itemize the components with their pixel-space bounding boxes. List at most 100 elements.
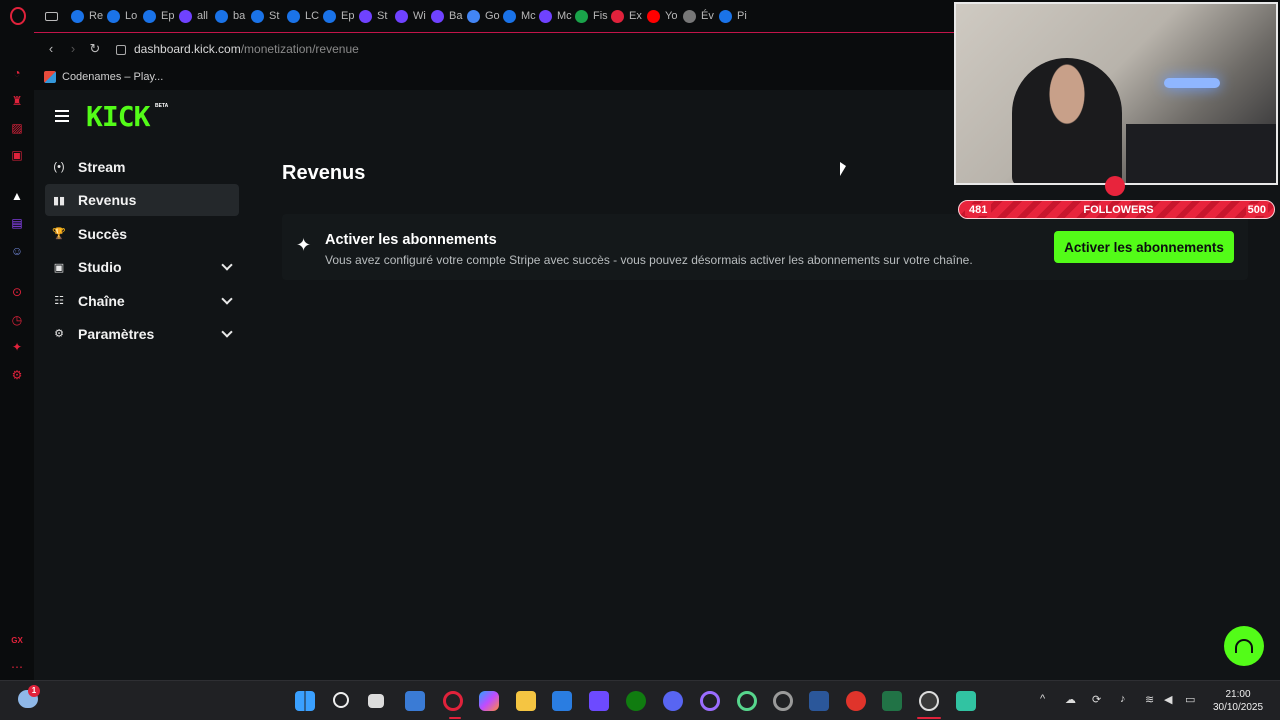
obs-icon[interactable] bbox=[919, 691, 939, 711]
tab-favicon-icon bbox=[215, 9, 228, 23]
chevron-down-icon[interactable] bbox=[221, 292, 233, 305]
opera-green-icon[interactable] bbox=[737, 691, 757, 711]
xbox-icon[interactable] bbox=[626, 691, 646, 711]
word-icon[interactable] bbox=[809, 691, 829, 711]
browser-tab[interactable]: Lo bbox=[107, 0, 143, 32]
opera-taskbar-icon[interactable] bbox=[700, 691, 720, 711]
nav-item-studio[interactable]: ▣ Studio bbox=[45, 251, 239, 283]
music-icon[interactable]: ▣ bbox=[10, 148, 24, 162]
browser-tab[interactable]: Go bbox=[467, 0, 503, 32]
tab-favicon-icon bbox=[611, 9, 624, 23]
reload-icon[interactable]: ↻ bbox=[84, 41, 106, 57]
twitch-icon[interactable]: ▤ bbox=[10, 216, 24, 230]
browser-tab[interactable]: Ba bbox=[431, 0, 467, 32]
browser-tab[interactable]: Év bbox=[683, 0, 719, 32]
player-icon[interactable]: ⊙ bbox=[10, 285, 24, 299]
support-chat-button[interactable] bbox=[1224, 626, 1264, 666]
browser-tab[interactable]: Mc bbox=[539, 0, 575, 32]
wifi-icon[interactable]: ≋ bbox=[1145, 693, 1154, 706]
browser-tab[interactable]: all bbox=[179, 0, 215, 32]
tab-favicon-icon bbox=[647, 9, 660, 23]
browser-tab[interactable]: Re bbox=[71, 0, 107, 32]
volume-icon[interactable]: ◀ bbox=[1164, 693, 1172, 706]
sync-icon[interactable]: ⟳ bbox=[1092, 693, 1101, 706]
nav-item-succes[interactable]: 🏆 Succès bbox=[45, 218, 239, 250]
start-icon[interactable] bbox=[295, 691, 315, 711]
microphone-icon[interactable]: ♪ bbox=[1120, 693, 1126, 705]
browser-tab[interactable]: Ex bbox=[611, 0, 647, 32]
chevron-down-icon[interactable] bbox=[221, 259, 233, 271]
opera-gx-taskbar-icon[interactable] bbox=[443, 691, 463, 711]
browser-tab[interactable]: Yo bbox=[647, 0, 683, 32]
browser-tab[interactable]: St bbox=[359, 0, 395, 32]
excel-icon[interactable] bbox=[882, 691, 902, 711]
kick-logo[interactable]: KICK bbox=[86, 103, 150, 131]
opera-logo-icon[interactable] bbox=[0, 0, 35, 32]
extensions-icon[interactable]: ✦ bbox=[10, 340, 24, 354]
tab-favicon-icon bbox=[431, 9, 444, 23]
browser-tab[interactable]: Ep bbox=[323, 0, 359, 32]
tab-label: St bbox=[269, 10, 280, 22]
cleaner-icon[interactable]: ▨ bbox=[10, 121, 24, 135]
nav-item-revenus[interactable]: ▮▮ Revenus bbox=[45, 184, 239, 217]
aria-ai-icon[interactable]: ▲ bbox=[10, 189, 24, 203]
browser-tab[interactable]: ba bbox=[215, 0, 251, 32]
mod-icon[interactable]: ♜ bbox=[10, 94, 24, 108]
task-view-icon[interactable] bbox=[368, 694, 384, 708]
proton-icon[interactable] bbox=[589, 691, 609, 711]
search-icon[interactable] bbox=[333, 692, 349, 708]
tab-favicon-icon bbox=[71, 9, 84, 23]
url-field[interactable]: dashboard.kick.com/monetization/revenue bbox=[134, 42, 359, 56]
onedrive-icon[interactable]: ☁ bbox=[1065, 693, 1076, 706]
battery-icon[interactable]: ▭ bbox=[1185, 693, 1195, 706]
sparkle-icon: ✦ bbox=[296, 235, 312, 255]
tab-media[interactable] bbox=[35, 0, 71, 32]
discord-icon[interactable]: ☺ bbox=[10, 244, 24, 258]
activate-subscriptions-button[interactable]: Activer les abonnements bbox=[1054, 231, 1234, 263]
headset-icon bbox=[1235, 639, 1253, 653]
windows-taskbar: 1 ^ ☁ ⟳ ♪ ≋ ◀ ▭ 21:00 30/10/2025 bbox=[0, 680, 1280, 720]
store-icon[interactable] bbox=[552, 691, 572, 711]
gx-icon[interactable]: GX bbox=[10, 634, 24, 648]
nav-item-chaine[interactable]: ☷ Chaîne bbox=[45, 285, 239, 317]
copilot-icon[interactable] bbox=[479, 691, 499, 711]
tab-favicon-icon bbox=[395, 9, 408, 23]
browser-tab[interactable]: Fis bbox=[575, 0, 611, 32]
studio-icon: ▣ bbox=[53, 261, 65, 274]
tab-label: Re bbox=[89, 10, 104, 22]
nav-item-stream[interactable]: (•) Stream bbox=[45, 151, 239, 183]
tray-overflow-icon[interactable]: ^ bbox=[1040, 693, 1045, 705]
forward-icon[interactable]: › bbox=[62, 41, 84, 56]
tab-label: Go bbox=[485, 10, 500, 22]
tab-label: Ex bbox=[629, 10, 642, 22]
tab-label: Pi bbox=[737, 10, 747, 22]
browser-tab[interactable]: Mc bbox=[503, 0, 539, 32]
photos-icon[interactable] bbox=[405, 691, 425, 711]
bookmark-codenames[interactable]: Codenames – Play... bbox=[62, 71, 163, 83]
browser-tab[interactable]: LC bbox=[287, 0, 323, 32]
menu-icon[interactable] bbox=[55, 110, 69, 122]
bookmark-bar: Codenames – Play... bbox=[34, 64, 954, 90]
back-icon[interactable]: ‹ bbox=[40, 41, 62, 56]
taskbar-clock[interactable]: 21:00 30/10/2025 bbox=[1208, 688, 1268, 714]
streamlabs-icon[interactable] bbox=[956, 691, 976, 711]
browser-tab[interactable]: St bbox=[251, 0, 287, 32]
chevron-down-icon[interactable] bbox=[221, 326, 233, 338]
chaine-icon: ☷ bbox=[54, 295, 64, 308]
nav-item-label: Revenus bbox=[78, 192, 137, 209]
history-icon[interactable]: ◷ bbox=[10, 313, 24, 327]
more-icon[interactable]: ⋯ bbox=[10, 660, 24, 674]
tab-favicon-icon bbox=[683, 9, 696, 23]
followers-label: FOLLOWERS bbox=[1083, 203, 1154, 216]
nav-item-parametres[interactable]: ⚙ Paramètres bbox=[45, 318, 239, 350]
discord-taskbar-icon[interactable] bbox=[663, 691, 683, 711]
opera-gray-icon[interactable] bbox=[773, 691, 793, 711]
browser-tab[interactable]: Wi bbox=[395, 0, 431, 32]
pdf-icon[interactable] bbox=[846, 691, 866, 711]
browser-tab[interactable]: Pi bbox=[719, 0, 755, 32]
aria-icon[interactable]: ◔ bbox=[10, 66, 24, 80]
file-explorer-icon[interactable] bbox=[516, 691, 536, 711]
settings-icon[interactable]: ⚙ bbox=[10, 368, 24, 382]
browser-tab[interactable]: Ep bbox=[143, 0, 179, 32]
tab-favicon-icon bbox=[287, 9, 300, 23]
